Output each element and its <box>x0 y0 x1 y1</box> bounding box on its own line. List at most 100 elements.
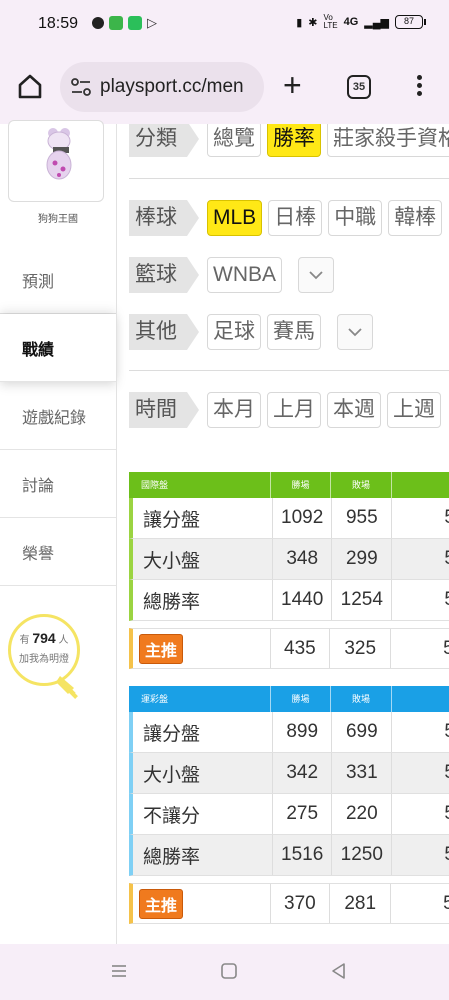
rate-value: 5 <box>392 498 449 538</box>
fans-prefix: 有 <box>19 635 30 646</box>
sidebar-item-honor[interactable]: 榮譽 <box>0 518 116 586</box>
row-label: 總勝率 <box>133 580 274 620</box>
avatar[interactable] <box>8 120 104 202</box>
fans-badge[interactable]: 有 794 人 加我為明燈 <box>8 614 86 706</box>
row-label: 不讓分 <box>133 794 274 834</box>
username: 狗狗王國 <box>38 214 78 225</box>
chat-bubble-icon <box>92 17 104 29</box>
table-row: 大小盤 342 331 5 <box>129 753 449 794</box>
home-nav-icon[interactable] <box>218 960 240 982</box>
time-option-this-month[interactable]: 本月 <box>207 392 261 428</box>
table-title: 國際盤 <box>129 472 271 498</box>
rate-value: 5 <box>392 794 449 834</box>
main-pick-badge[interactable]: 主推 <box>139 633 184 664</box>
address-bar[interactable]: playsport.cc/men <box>60 62 264 112</box>
main-pick-badge[interactable]: 主推 <box>139 888 184 919</box>
fans-suffix: 人 <box>58 635 69 646</box>
sidebar: 狗狗王國 預測 戰績 遊戲紀錄 討論 榮譽 有 794 人 加我為明燈 <box>0 120 116 944</box>
main-content: 分類 總覽 勝率 莊家殺手資格 棒球 MLB 日棒 中職 韓棒 籃球 WNBA … <box>116 124 449 944</box>
baseball-option-cpbl[interactable]: 中職 <box>328 200 383 236</box>
signal-icon: ▂▄▆ <box>364 16 389 29</box>
lottery-main-pick-row: 主推 370 281 5 <box>129 883 449 924</box>
loss-count: 699 <box>332 712 393 752</box>
table-row: 總勝率 1516 1250 5 <box>129 835 449 876</box>
divider <box>129 178 449 179</box>
sidebar-item-game-history[interactable]: 遊戲紀錄 <box>0 382 116 450</box>
row-label: 大小盤 <box>133 753 274 793</box>
filter-baseball-label: 棒球 <box>129 200 199 236</box>
filter-time-label: 時間 <box>129 392 199 428</box>
rate-value: 5 <box>392 753 449 793</box>
column-header-rate <box>392 686 449 712</box>
notification-icons: ▷ <box>92 16 157 30</box>
column-header-wins: 勝場 <box>271 472 331 498</box>
win-count: 348 <box>273 539 333 579</box>
other-more-dropdown[interactable] <box>337 314 373 350</box>
time-option-this-week[interactable]: 本週 <box>327 392 381 428</box>
loss-count: 220 <box>332 794 393 834</box>
row-label: 讓分盤 <box>133 712 274 752</box>
other-option-soccer[interactable]: 足球 <box>207 314 261 350</box>
play-store-icon: ▷ <box>147 15 157 30</box>
site-settings-icon[interactable] <box>70 76 92 98</box>
win-count: 1516 <box>273 835 333 875</box>
table-header: 運彩盤 勝場 敗場 <box>129 686 449 712</box>
category-option-winrate[interactable]: 勝率 <box>267 124 321 157</box>
sidebar-item-record[interactable]: 戰績 <box>0 314 116 382</box>
browser-toolbar: playsport.cc/men + 35 <box>0 48 449 124</box>
chevron-down-icon <box>309 271 323 280</box>
tab-switcher-button[interactable]: 35 <box>347 75 371 99</box>
recent-apps-icon[interactable] <box>108 960 130 982</box>
category-option-bookie-killer[interactable]: 莊家殺手資格 <box>327 124 449 157</box>
row-label: 總勝率 <box>133 835 274 875</box>
back-icon[interactable] <box>328 960 350 982</box>
intl-odds-table: 國際盤 勝場 敗場 讓分盤 1092 955 5 大小盤 348 299 5 總… <box>129 472 449 621</box>
vibrate-icon: ▮ <box>296 16 303 29</box>
filter-baseball: 棒球 MLB 日棒 中職 韓棒 <box>129 200 443 236</box>
intl-main-pick-row: 主推 435 325 5 <box>129 628 449 669</box>
rate-value: 5 <box>392 539 449 579</box>
time-option-last-month[interactable]: 上月 <box>267 392 321 428</box>
table-row: 總勝率 1440 1254 5 <box>129 580 449 621</box>
filter-category: 分類 總覽 勝率 莊家殺手資格 <box>129 124 449 157</box>
filter-basketball-label: 籃球 <box>129 257 199 293</box>
baseball-option-mlb[interactable]: MLB <box>207 200 263 236</box>
line-app-icon <box>128 16 142 30</box>
volte-icon: Vo LTE <box>323 13 338 30</box>
win-count: 1092 <box>273 498 333 538</box>
sidebar-item-discussion[interactable]: 討論 <box>0 450 116 518</box>
table-row: 大小盤 348 299 5 <box>129 539 449 580</box>
filter-other-label: 其他 <box>129 314 199 350</box>
table-row: 讓分盤 1092 955 5 <box>129 498 449 539</box>
other-option-horse-racing[interactable]: 賽馬 <box>267 314 321 350</box>
lightbulb-icon <box>56 676 78 699</box>
column-header-losses: 敗場 <box>331 472 392 498</box>
baseball-option-npb[interactable]: 日棒 <box>268 200 323 236</box>
row-label: 讓分盤 <box>133 498 274 538</box>
new-tab-icon[interactable]: + <box>283 69 302 101</box>
basketball-option-wnba[interactable]: WNBA <box>207 257 282 293</box>
filter-time: 時間 本月 上月 本週 上週 <box>129 392 441 428</box>
chevron-down-icon <box>348 328 362 337</box>
baseball-option-kbo[interactable]: 韓棒 <box>388 200 443 236</box>
divider <box>129 370 449 371</box>
url-text: playsport.cc/men <box>100 76 244 97</box>
row-label: 大小盤 <box>133 539 274 579</box>
win-count: 275 <box>273 794 333 834</box>
category-option-overview[interactable]: 總覽 <box>207 124 261 157</box>
filter-other: 其他 足球 賽馬 <box>129 314 373 350</box>
win-count: 342 <box>273 753 333 793</box>
basketball-more-dropdown[interactable] <box>298 257 334 293</box>
rate-value: 5 <box>392 580 449 620</box>
home-icon[interactable] <box>16 72 44 100</box>
column-header-rate <box>392 472 449 498</box>
more-menu-icon[interactable] <box>411 72 427 102</box>
win-count: 435 <box>271 629 331 668</box>
sidebar-item-predict[interactable]: 預測 <box>0 246 116 314</box>
app-notification-icon <box>109 16 123 30</box>
fans-count: 794 <box>32 630 56 646</box>
rate-value: 5 <box>392 712 449 752</box>
loss-count: 1250 <box>332 835 393 875</box>
time-option-last-week[interactable]: 上週 <box>387 392 441 428</box>
filter-category-label: 分類 <box>129 124 199 157</box>
